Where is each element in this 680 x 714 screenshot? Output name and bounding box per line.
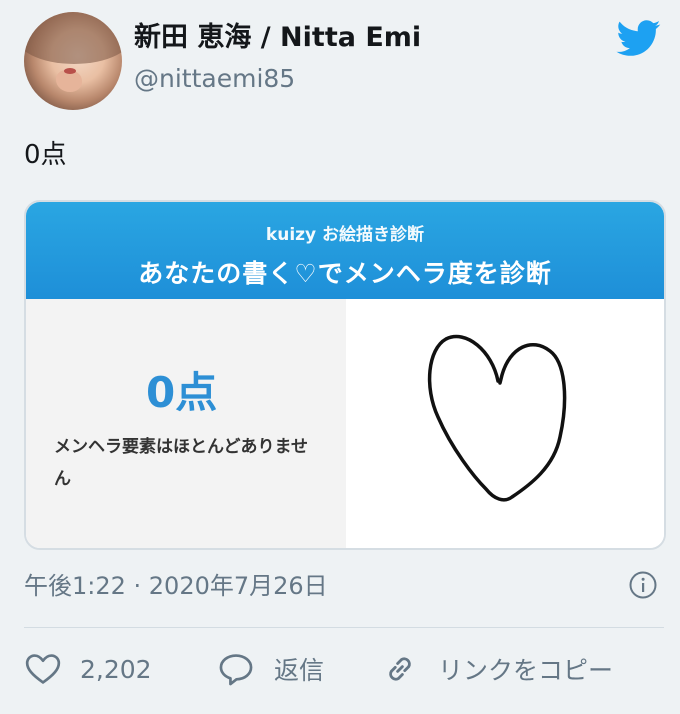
reply-button[interactable]: 返信: [216, 650, 324, 688]
tweet-text: 0点: [24, 140, 67, 170]
like-count: 2,202: [80, 654, 152, 684]
card-result-panel: 0点 メンヘラ要素はほとんどありません: [26, 299, 346, 548]
link-icon: [389, 657, 411, 681]
divider: [24, 627, 664, 628]
info-icon[interactable]: [628, 570, 658, 600]
card-drawing-panel: [346, 299, 664, 548]
card-score: 0点: [146, 368, 218, 417]
copy-link-button[interactable]: リンクをコピー: [380, 650, 613, 688]
reply-label: 返信: [274, 656, 325, 685]
link-card[interactable]: kuizy お絵描き診断 あなたの書く♡でメンヘラ度を診断 0点 メンヘラ要素は…: [24, 200, 666, 550]
display-name[interactable]: 新田 恵海 / Nitta Emi: [134, 18, 421, 58]
copy-link-label: リンクをコピー: [438, 656, 614, 685]
user-handle[interactable]: @nittaemi85: [134, 60, 421, 98]
card-description: メンヘラ要素はほとんどありません: [54, 437, 308, 489]
twitter-bird-icon[interactable]: [614, 16, 664, 60]
card-banner-title: あなたの書く♡でメンヘラ度を診断: [138, 259, 552, 288]
user-names: 新田 恵海 / Nitta Emi @nittaemi85: [134, 18, 421, 98]
card-banner-subtitle: kuizy お絵描き診断: [265, 225, 425, 245]
tweet-timestamp[interactable]: 午後1:22 · 2020年7月26日: [24, 566, 328, 601]
user-avatar[interactable]: [24, 12, 122, 110]
tweet-header: 新田 恵海 / Nitta Emi @nittaemi85: [24, 12, 664, 112]
heart-drawing: [427, 334, 567, 502]
like-button[interactable]: 2,202: [24, 650, 152, 688]
heart-icon: [25, 654, 61, 684]
card-banner: kuizy お絵描き診断 あなたの書く♡でメンヘラ度を診断: [26, 202, 664, 299]
reply-icon: [219, 654, 253, 686]
tweet-actions: 2,202 返信 リンクをコピー: [24, 650, 664, 694]
